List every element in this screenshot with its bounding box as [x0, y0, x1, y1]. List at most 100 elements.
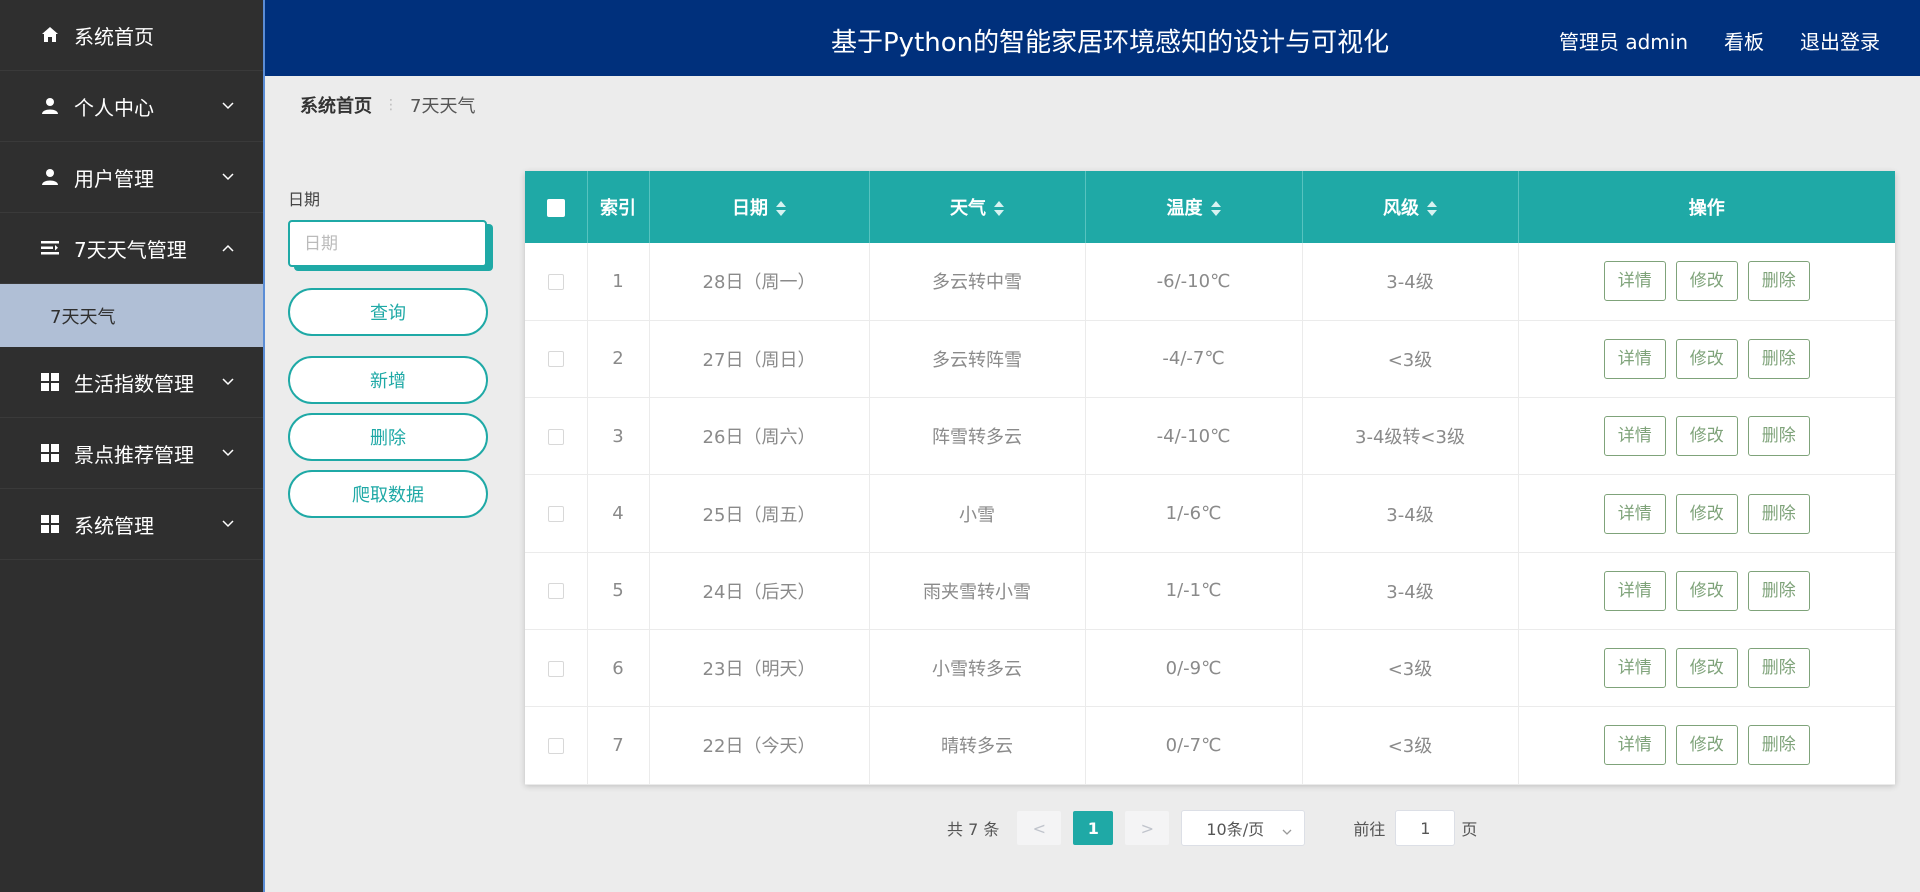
detail-button[interactable]: 详情 [1603, 416, 1666, 457]
header-weather[interactable]: 天气 [869, 171, 1086, 243]
edit-button[interactable]: 修改 [1675, 261, 1738, 302]
detail-button[interactable]: 详情 [1603, 725, 1666, 766]
row-checkbox[interactable] [547, 737, 564, 754]
admin-user-link[interactable]: 管理员 admin [1559, 26, 1688, 55]
row-checkbox[interactable] [547, 660, 564, 677]
header-date-label: 日期 [732, 198, 768, 219]
next-page-button[interactable]: > [1125, 811, 1170, 845]
list-icon [40, 238, 60, 258]
cell-index: 1 [587, 243, 650, 321]
edit-button[interactable]: 修改 [1675, 493, 1738, 534]
edit-button[interactable]: 修改 [1675, 338, 1738, 379]
table-row: 7 22日（今天） 晴转多云 0/-7℃ <3级 详情 修改 删除 [525, 706, 1895, 785]
cell-temperature: 0/-9℃ [1085, 629, 1303, 707]
sidebar-item-personal-center[interactable]: 个人中心 [0, 71, 263, 142]
row-checkbox[interactable] [547, 273, 564, 290]
cell-wind: 3-4级 [1302, 474, 1519, 553]
cell-operations: 详情 修改 删除 [1518, 320, 1895, 397]
select-all-cell[interactable] [525, 171, 588, 243]
delete-button[interactable]: 删除 [1747, 570, 1810, 611]
detail-button[interactable]: 详情 [1603, 338, 1666, 379]
row-select-cell[interactable] [525, 320, 588, 398]
goto-page-input[interactable] [1395, 810, 1456, 846]
sidebar-item-home[interactable]: 系统首页 [0, 0, 263, 71]
delete-button[interactable]: 删除 [1747, 416, 1810, 457]
cell-date: 23日（明天） [649, 629, 870, 707]
cell-operations: 详情 修改 删除 [1518, 475, 1895, 552]
cell-weather: 小雪 [869, 474, 1086, 553]
cell-date: 28日（周一） [649, 243, 870, 321]
pagination-total: 共 7 条 [947, 820, 1000, 839]
delete-button[interactable]: 删除 [1747, 493, 1810, 534]
header-operations: 操作 [1688, 198, 1725, 219]
delete-button[interactable]: 删除 [1747, 261, 1810, 302]
delete-button[interactable]: 删除 [1747, 338, 1810, 379]
sidebar-divider [263, 0, 265, 892]
table-row: 4 25日（周五） 小雪 1/-6℃ 3-4级 详情 修改 删除 [525, 474, 1895, 553]
row-select-cell[interactable] [525, 474, 588, 553]
crawl-data-button[interactable]: 爬取数据 [288, 470, 488, 518]
header-date[interactable]: 日期 [649, 171, 870, 243]
table-row: 6 23日（明天） 小雪转多云 0/-9℃ <3级 详情 修改 删除 [525, 629, 1895, 707]
prev-page-button[interactable]: < [1017, 811, 1062, 845]
logout-link[interactable]: 退出登录 [1800, 26, 1880, 55]
row-checkbox[interactable] [547, 506, 564, 523]
edit-button[interactable]: 修改 [1675, 725, 1738, 766]
sort-icon[interactable] [994, 201, 1004, 217]
goto-prefix: 前往 [1353, 820, 1386, 839]
detail-button[interactable]: 详情 [1603, 648, 1666, 689]
header-temperature[interactable]: 温度 [1085, 171, 1303, 243]
breadcrumb-home[interactable]: 系统首页 [300, 92, 372, 118]
sidebar-item-label: 生活指数管理 [74, 371, 194, 396]
row-select-cell[interactable] [525, 629, 588, 707]
sidebar-item-weather-management[interactable]: 7天天气管理 [0, 213, 263, 284]
row-select-cell[interactable] [525, 243, 588, 321]
row-checkbox[interactable] [547, 351, 564, 368]
cell-temperature: 1/-1℃ [1085, 552, 1303, 630]
cell-temperature: -6/-10℃ [1085, 243, 1303, 321]
cell-wind: 3-4级 [1302, 243, 1519, 321]
sort-icon[interactable] [1427, 201, 1437, 217]
date-input[interactable] [288, 220, 487, 267]
sidebar-subitem-7day-weather[interactable]: 7天天气 [0, 284, 263, 347]
delete-button[interactable]: 删除 [1747, 725, 1810, 766]
row-select-cell[interactable] [525, 397, 588, 475]
breadcrumb-separator-icon: ⋮ [384, 97, 398, 113]
detail-button[interactable]: 详情 [1603, 493, 1666, 534]
sort-icon[interactable] [1210, 201, 1221, 217]
edit-button[interactable]: 修改 [1675, 648, 1738, 689]
sidebar-item-user-management[interactable]: 用户管理 [0, 142, 263, 213]
row-select-cell[interactable] [525, 552, 588, 630]
user-icon [40, 96, 60, 116]
sidebar-item-attraction[interactable]: 景点推荐管理 [0, 418, 263, 489]
cell-wind: 3-4级 [1302, 552, 1519, 630]
row-select-cell[interactable] [525, 706, 588, 785]
header-wind[interactable]: 风级 [1302, 171, 1519, 243]
add-button[interactable]: 新增 [288, 356, 488, 404]
detail-button[interactable]: 详情 [1603, 570, 1666, 611]
select-all-checkbox[interactable] [546, 198, 565, 217]
header-weather-label: 天气 [950, 198, 986, 219]
grid-icon [40, 443, 60, 463]
chevron-down-icon [221, 170, 235, 184]
home-icon [40, 25, 60, 45]
row-checkbox[interactable] [547, 428, 564, 445]
batch-delete-button[interactable]: 删除 [288, 413, 488, 461]
cell-date: 24日（后天） [649, 552, 870, 630]
chevron-down-icon [221, 446, 235, 460]
cell-weather: 晴转多云 [869, 706, 1086, 785]
cell-index: 3 [587, 397, 650, 475]
detail-button[interactable]: 详情 [1603, 261, 1666, 302]
date-label: 日期 [288, 190, 321, 209]
page-number-button[interactable]: 1 [1073, 811, 1114, 845]
sidebar-item-life-index[interactable]: 生活指数管理 [0, 347, 263, 418]
sidebar-item-system-management[interactable]: 系统管理 [0, 489, 263, 560]
delete-button[interactable]: 删除 [1747, 648, 1810, 689]
edit-button[interactable]: 修改 [1675, 416, 1738, 457]
query-button[interactable]: 查询 [288, 288, 488, 336]
dashboard-link[interactable]: 看板 [1724, 26, 1764, 55]
row-checkbox[interactable] [547, 583, 564, 600]
sort-icon[interactable] [776, 201, 786, 217]
edit-button[interactable]: 修改 [1675, 570, 1738, 611]
page-size-select[interactable]: 10条/页 [1181, 810, 1306, 846]
